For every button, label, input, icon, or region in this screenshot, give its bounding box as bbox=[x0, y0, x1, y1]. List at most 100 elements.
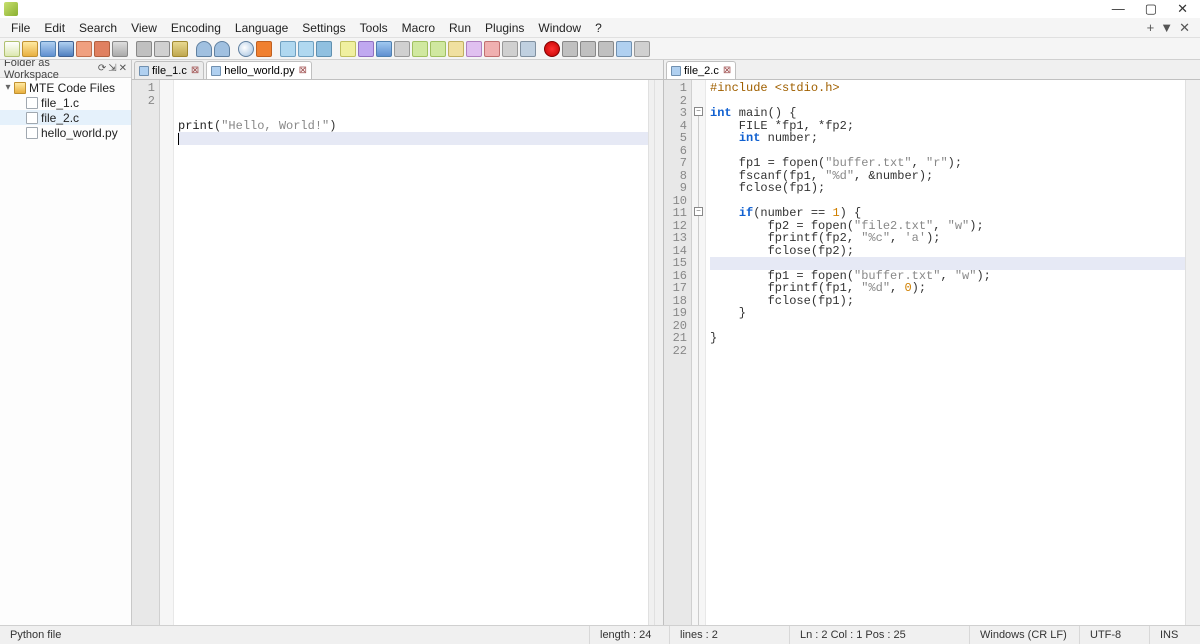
toolbar bbox=[0, 38, 1200, 60]
window-controls: — ▢ ✕ bbox=[1112, 1, 1196, 17]
doc-map-icon[interactable] bbox=[466, 41, 482, 57]
titlebar: — ▢ ✕ bbox=[0, 0, 1200, 18]
menu-encoding[interactable]: Encoding bbox=[164, 19, 228, 37]
file-tab-icon bbox=[671, 66, 681, 76]
tab-close-icon[interactable]: ⊠ bbox=[299, 65, 307, 76]
close-all-icon[interactable] bbox=[94, 41, 110, 57]
show-all-chars-icon[interactable] bbox=[358, 41, 374, 57]
code-editor-right[interactable]: 12345678910111213141516171819202122 −− #… bbox=[664, 80, 1200, 625]
menu-run[interactable]: Run bbox=[442, 19, 478, 37]
copy-icon[interactable] bbox=[154, 41, 170, 57]
tree-root-label: MTE Code Files bbox=[29, 81, 115, 95]
tree-file-label: file_1.c bbox=[41, 96, 79, 110]
vertical-scrollbar[interactable] bbox=[648, 80, 663, 625]
file-tab-icon bbox=[211, 66, 221, 76]
tree-toggle-icon[interactable]: ▾ bbox=[2, 82, 14, 93]
code-editor-left[interactable]: 12 print("Hello, World!") bbox=[132, 80, 663, 625]
status-length: length : 24 bbox=[590, 626, 670, 644]
paste-icon[interactable] bbox=[172, 41, 188, 57]
status-language: Python file bbox=[0, 626, 590, 644]
menu-edit[interactable]: Edit bbox=[37, 19, 72, 37]
editor-pane-left: file_1.c ⊠ hello_world.py ⊠ 12 print("He… bbox=[132, 60, 664, 625]
close-icon[interactable] bbox=[76, 41, 92, 57]
menu-window[interactable]: Window bbox=[531, 19, 588, 37]
sidebar-refresh-icon[interactable]: ⟳ bbox=[98, 63, 106, 74]
tree-file-1[interactable]: file_2.c bbox=[0, 110, 131, 125]
save-icon[interactable] bbox=[40, 41, 56, 57]
tab-hello-world-py[interactable]: hello_world.py ⊠ bbox=[206, 61, 312, 79]
close-window-button[interactable]: ✕ bbox=[1177, 1, 1188, 17]
tab-close-icon[interactable]: ⊠ bbox=[723, 65, 731, 76]
menu-search[interactable]: Search bbox=[72, 19, 124, 37]
file-tree: ▾ MTE Code Files file_1.c file_2.c hello… bbox=[0, 78, 131, 142]
new-doc-plus-icon[interactable]: + bbox=[1147, 20, 1155, 36]
new-icon[interactable] bbox=[4, 41, 20, 57]
file-icon bbox=[26, 97, 38, 109]
monitoring-icon[interactable] bbox=[520, 41, 536, 57]
unfold-all-icon[interactable] bbox=[430, 41, 446, 57]
menu-file[interactable]: File bbox=[4, 19, 37, 37]
menu-view[interactable]: View bbox=[124, 19, 164, 37]
editor-pane-right: file_2.c ⊠ 12345678910111213141516171819… bbox=[664, 60, 1200, 625]
folder-workspace-icon[interactable] bbox=[502, 41, 518, 57]
fold-margin bbox=[160, 80, 174, 625]
fold-margin: −− bbox=[692, 80, 706, 625]
tree-file-2[interactable]: hello_world.py bbox=[0, 125, 131, 140]
tabbar-left: file_1.c ⊠ hello_world.py ⊠ bbox=[132, 60, 663, 80]
sidebar-close-icon[interactable]: ✕ bbox=[119, 63, 127, 74]
redo-icon[interactable] bbox=[214, 41, 230, 57]
close-doc-x-icon[interactable]: ✕ bbox=[1179, 20, 1190, 36]
file-icon bbox=[26, 112, 38, 124]
replace-icon[interactable] bbox=[256, 41, 272, 57]
fold-toggle-icon[interactable]: − bbox=[694, 107, 703, 116]
tab-close-icon[interactable]: ⊠ bbox=[191, 65, 199, 76]
vertical-scrollbar[interactable] bbox=[1185, 80, 1200, 625]
function-list-icon[interactable] bbox=[448, 41, 464, 57]
cut-icon[interactable] bbox=[136, 41, 152, 57]
code-content[interactable]: print("Hello, World!") bbox=[174, 80, 648, 625]
undo-icon[interactable] bbox=[196, 41, 212, 57]
print-icon[interactable] bbox=[112, 41, 128, 57]
menu-settings[interactable]: Settings bbox=[295, 19, 352, 37]
status-insert-mode[interactable]: INS bbox=[1150, 626, 1200, 644]
tabbar-right: file_2.c ⊠ bbox=[664, 60, 1200, 80]
toolbar-extra-icon[interactable] bbox=[634, 41, 650, 57]
doc-dropdown-icon[interactable]: ▼ bbox=[1160, 20, 1173, 36]
tab-file-2-c[interactable]: file_2.c ⊠ bbox=[666, 61, 736, 79]
sync-scroll-icon[interactable] bbox=[316, 41, 332, 57]
menubar: File Edit Search View Encoding Language … bbox=[0, 18, 1200, 38]
tree-file-0[interactable]: file_1.c bbox=[0, 95, 131, 110]
fold-all-icon[interactable] bbox=[412, 41, 428, 57]
word-wrap-icon[interactable] bbox=[340, 41, 356, 57]
macro-stop-icon[interactable] bbox=[562, 41, 578, 57]
file-tab-icon bbox=[139, 66, 149, 76]
fold-toggle-icon[interactable]: − bbox=[694, 207, 703, 216]
macro-save-icon[interactable] bbox=[616, 41, 632, 57]
menu-help[interactable]: ? bbox=[588, 19, 609, 37]
tab-label: hello_world.py bbox=[224, 65, 294, 77]
macro-play-icon[interactable] bbox=[580, 41, 596, 57]
macro-play-multi-icon[interactable] bbox=[598, 41, 614, 57]
zoom-in-icon[interactable] bbox=[280, 41, 296, 57]
save-all-icon[interactable] bbox=[58, 41, 74, 57]
tree-root[interactable]: ▾ MTE Code Files bbox=[0, 80, 131, 95]
macro-record-icon[interactable] bbox=[544, 41, 560, 57]
menu-language[interactable]: Language bbox=[228, 19, 295, 37]
indent-guide-icon[interactable] bbox=[376, 41, 392, 57]
zoom-out-icon[interactable] bbox=[298, 41, 314, 57]
user-lang-icon[interactable] bbox=[394, 41, 410, 57]
status-encoding[interactable]: UTF-8 bbox=[1080, 626, 1150, 644]
find-icon[interactable] bbox=[238, 41, 254, 57]
maximize-button[interactable]: ▢ bbox=[1145, 1, 1157, 17]
doc-switcher-icon[interactable] bbox=[484, 41, 500, 57]
menu-macro[interactable]: Macro bbox=[395, 19, 442, 37]
minimize-button[interactable]: — bbox=[1112, 1, 1125, 17]
menu-tools[interactable]: Tools bbox=[353, 19, 395, 37]
status-eol[interactable]: Windows (CR LF) bbox=[970, 626, 1080, 644]
code-content[interactable]: #include <stdio.h> int main() { FILE *fp… bbox=[706, 80, 1185, 625]
sidebar-collapse-icon[interactable]: ⇲ bbox=[108, 63, 116, 74]
line-gutter: 12345678910111213141516171819202122 bbox=[664, 80, 692, 625]
tab-file-1-c[interactable]: file_1.c ⊠ bbox=[134, 61, 204, 79]
menu-plugins[interactable]: Plugins bbox=[478, 19, 531, 37]
open-icon[interactable] bbox=[22, 41, 38, 57]
